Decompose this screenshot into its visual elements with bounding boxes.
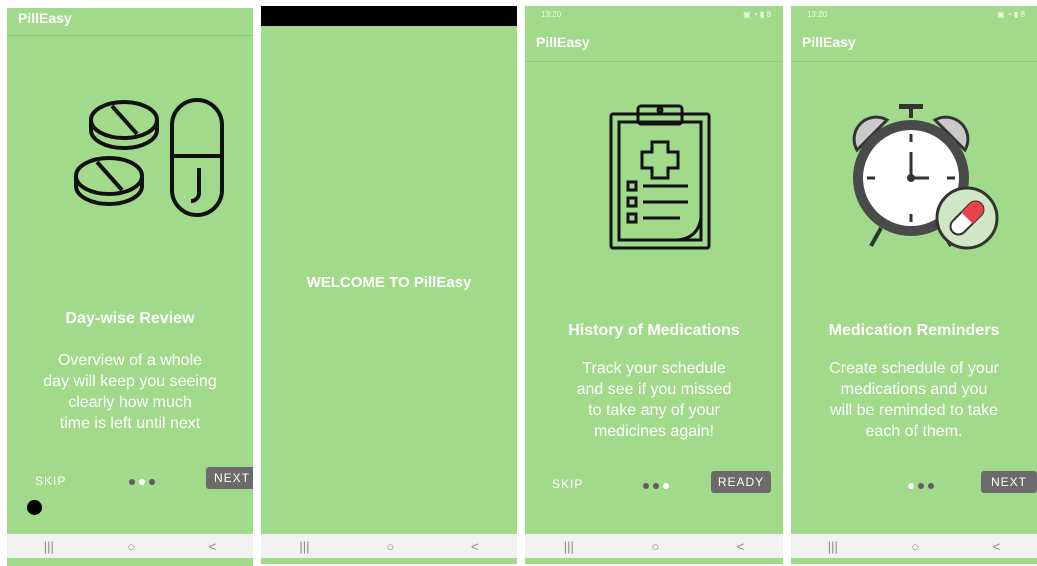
slide-description: Overview of a whole day will keep you se… (43, 352, 217, 432)
slide-description: Create schedule of your medications and … (829, 360, 999, 440)
back-icon[interactable]: < (209, 539, 217, 554)
page-dot-1 (908, 483, 914, 489)
system-nav-bar: ||| ○ < (261, 534, 517, 558)
onboarding-screen-history: 13:20 ▣ ◔ ▮ 8 PillEasy History of Medica… (525, 6, 783, 564)
status-bar: 13:20 ▣ ◔ ▮ 8 (525, 6, 783, 26)
system-nav-bar: ||| ○ < (7, 534, 253, 558)
page-dot-2 (653, 483, 659, 489)
page-indicator (643, 483, 669, 489)
system-nav-bar: ||| ○ < (525, 534, 783, 558)
home-icon[interactable]: ○ (651, 539, 659, 554)
next-button[interactable]: NEXT (981, 471, 1037, 493)
app-bar: PillEasy (7, 8, 253, 36)
skip-button[interactable]: SKIP (552, 477, 583, 491)
home-icon[interactable]: ○ (386, 539, 394, 554)
onboarding-screen-reminders: 13:20 ▣ ◔ ▮ 8 PillEasy Medication Remind… (791, 6, 1037, 564)
recents-icon[interactable]: ||| (564, 539, 574, 554)
alarm-clock-pill-icon (852, 104, 999, 250)
skip-button[interactable]: SKIP (35, 474, 66, 488)
status-bar (261, 6, 517, 26)
page-dot-2 (139, 479, 145, 485)
onboarding-screen-day-review: PillEasy Day-wise Review Overview of a w… (7, 8, 253, 566)
page-indicator (129, 479, 155, 485)
status-time: 13:20 (807, 10, 828, 19)
system-nav-bar: ||| ○ < (791, 534, 1037, 558)
home-icon[interactable]: ○ (127, 539, 135, 554)
welcome-text: WELCOME TO PillEasy (306, 274, 472, 291)
page-dot-3 (663, 483, 669, 489)
status-bar: 13:20 ▣ ◔ ▮ 8 (791, 6, 1037, 26)
slide-title: History of Medications (568, 322, 740, 339)
ready-button[interactable]: READY (711, 471, 771, 493)
status-icons: ▣ ◔ ▮ 8 (997, 10, 1025, 19)
next-button[interactable]: NEXT (206, 467, 253, 489)
splash-screen: WELCOME TO PillEasy ||| ○ < (261, 6, 517, 564)
app-title: PillEasy (18, 10, 72, 26)
clipboard-medical-icon (609, 104, 711, 250)
page-dot-3 (928, 483, 934, 489)
status-icons: ▣ ◔ ▮ 8 (743, 10, 771, 19)
app-bar: PillEasy (791, 34, 1037, 62)
app-bar: PillEasy (525, 34, 783, 62)
recents-icon[interactable]: ||| (828, 539, 838, 554)
page-indicator (908, 483, 934, 489)
page-dot-3 (149, 479, 155, 485)
page-dot-1 (129, 479, 135, 485)
page-dot-1 (643, 483, 649, 489)
slide-description: Track your schedule and see if you misse… (576, 360, 732, 440)
page-dot-2 (918, 483, 924, 489)
recents-icon[interactable]: ||| (299, 539, 309, 554)
status-time: 13:20 (541, 10, 562, 19)
touch-indicator (27, 500, 42, 515)
slide-title: Medication Reminders (828, 322, 1000, 339)
back-icon[interactable]: < (993, 539, 1001, 554)
pills-icon (74, 98, 224, 217)
recents-icon[interactable]: ||| (44, 539, 54, 554)
app-title: PillEasy (536, 34, 590, 50)
back-icon[interactable]: < (737, 539, 745, 554)
back-icon[interactable]: < (471, 539, 479, 554)
app-title: PillEasy (802, 34, 856, 50)
slide-title: Day-wise Review (65, 310, 195, 327)
home-icon[interactable]: ○ (911, 539, 919, 554)
